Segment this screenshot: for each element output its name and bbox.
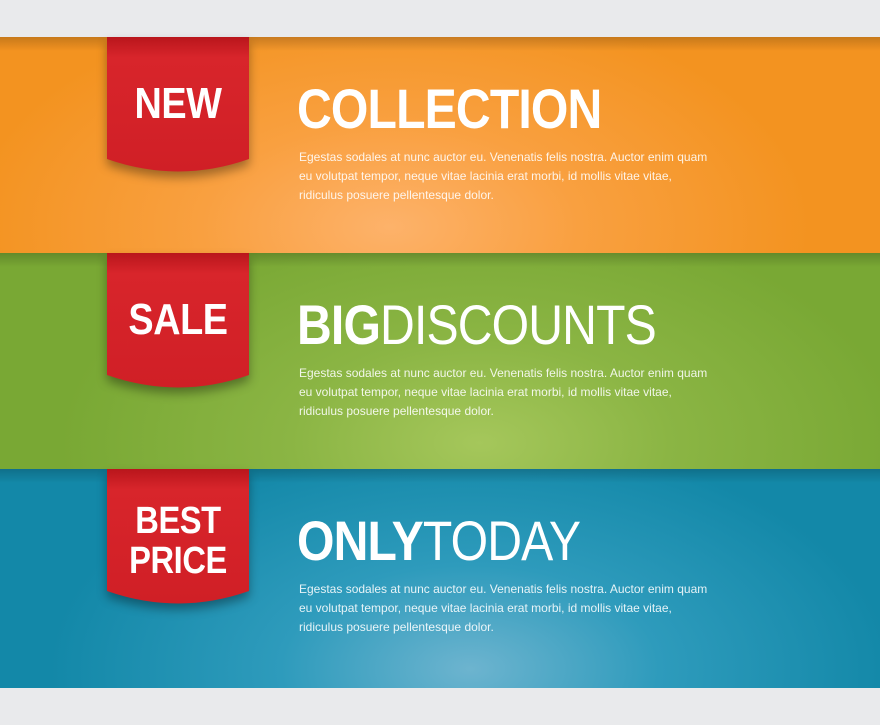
ribbon-label-line-1: BEST xyxy=(135,500,221,542)
banner-only-today: BEST PRICE ONLYTODAY Egestas sodales at … xyxy=(0,469,880,688)
banner-description: Egestas sodales at nunc auctor eu. Venen… xyxy=(299,150,708,202)
banner-title: ONLYTODAY xyxy=(297,509,581,573)
ribbon-label: BEST PRICE xyxy=(117,501,239,581)
title-bold: COLLECTION xyxy=(297,77,602,140)
banner-big-discounts: SALE BIGDISCOUNTS Egestas sodales at nun… xyxy=(0,253,880,469)
title-light: TODAY xyxy=(422,509,581,572)
banner-description: Egestas sodales at nunc auctor eu. Venen… xyxy=(299,582,708,634)
ribbon-badge-sale: SALE xyxy=(107,253,249,388)
title-bold: ONLY xyxy=(297,509,424,572)
banner-new-collection: NEW COLLECTION Egestas sodales at nunc a… xyxy=(0,37,880,253)
ribbon-label: NEW xyxy=(134,79,222,128)
title-light: DISCOUNTS xyxy=(380,293,657,356)
banner-title: COLLECTION xyxy=(297,77,602,141)
ribbon-badge-best-price: BEST PRICE xyxy=(107,469,249,604)
banner-title: BIGDISCOUNTS xyxy=(297,293,657,357)
title-bold: BIG xyxy=(297,293,381,356)
banner-description: Egestas sodales at nunc auctor eu. Venen… xyxy=(299,366,708,418)
ribbon-label: SALE xyxy=(128,295,228,344)
ribbon-badge-new: NEW xyxy=(107,37,249,172)
ribbon-label-line-2: PRICE xyxy=(129,540,227,582)
